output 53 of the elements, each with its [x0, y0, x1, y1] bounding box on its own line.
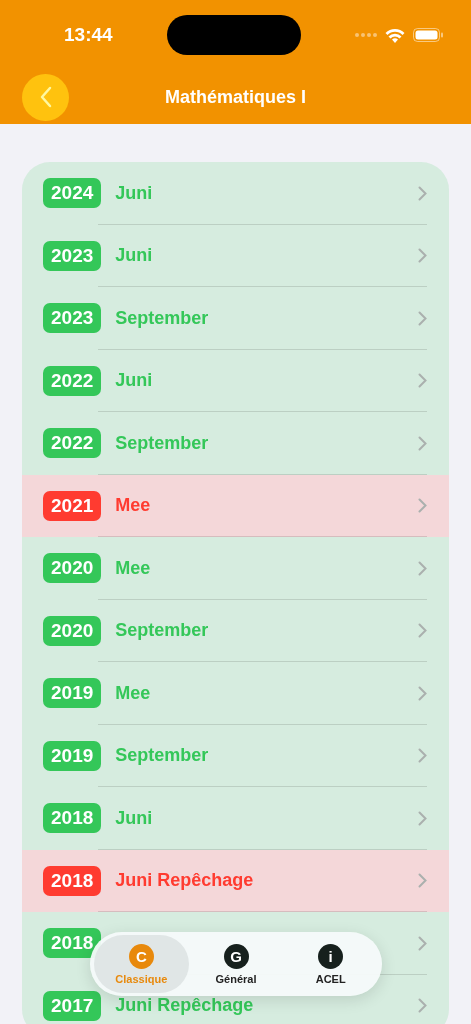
signal-icon [355, 33, 377, 37]
session-label: Juni [115, 807, 153, 829]
chevron-right-icon [418, 373, 427, 389]
year-badge: 2022 [43, 428, 102, 459]
year-badge: 2022 [43, 365, 102, 396]
session-label: September [115, 745, 209, 767]
session-label: Juni [115, 370, 153, 392]
chevron-right-icon [418, 248, 427, 264]
year-badge: 2017 [43, 990, 102, 1021]
year-badge: 2019 [43, 740, 102, 771]
year-badge: 2018 [43, 803, 102, 834]
chevron-right-icon [418, 310, 427, 326]
chevron-right-icon [418, 810, 427, 826]
chevron-right-icon [418, 185, 427, 201]
year-badge: 2023 [43, 303, 102, 334]
chevron-right-icon [418, 873, 427, 889]
chevron-right-icon [418, 998, 427, 1014]
session-label: Mee [115, 682, 151, 704]
session-label: Juni [115, 245, 153, 267]
session-label: Juni [115, 182, 153, 204]
tab[interactable]: i ACEL [283, 935, 378, 993]
status-time: 13:44 [64, 24, 113, 46]
year-badge: 2021 [43, 490, 102, 521]
chevron-right-icon [418, 560, 427, 576]
session-label: September [115, 307, 209, 329]
chevron-right-icon [418, 623, 427, 639]
session-label: Mee [115, 495, 151, 517]
screen-title: Mathématiques I [165, 86, 306, 108]
battery-icon [413, 28, 443, 42]
letter-icon: i [318, 943, 344, 969]
session-label: September [115, 620, 209, 642]
wifi-icon [385, 27, 405, 43]
session-label: September [115, 432, 209, 454]
session-label: Mee [115, 557, 151, 579]
chevron-right-icon [418, 498, 427, 514]
year-badge: 2018 [43, 928, 102, 959]
chevron-right-icon [418, 685, 427, 701]
letter-icon: C [128, 943, 154, 969]
chevron-right-icon [418, 748, 427, 764]
year-badge: 2019 [43, 678, 102, 709]
chevron-right-icon [418, 435, 427, 451]
year-badge: 2020 [43, 553, 102, 584]
year-badge: 2020 [43, 615, 102, 646]
back-button[interactable] [22, 73, 69, 121]
year-badge: 2018 [43, 865, 102, 896]
year-badge: 2024 [43, 178, 102, 209]
session-label: Juni Repêchage [115, 995, 254, 1017]
year-badge: 2023 [43, 240, 102, 271]
chevron-left-icon [39, 86, 52, 108]
tab[interactable]: G Général [188, 935, 284, 993]
letter-icon: G [223, 943, 249, 969]
session-label: Juni Repêchage [115, 870, 254, 892]
chevron-right-icon [418, 935, 427, 951]
